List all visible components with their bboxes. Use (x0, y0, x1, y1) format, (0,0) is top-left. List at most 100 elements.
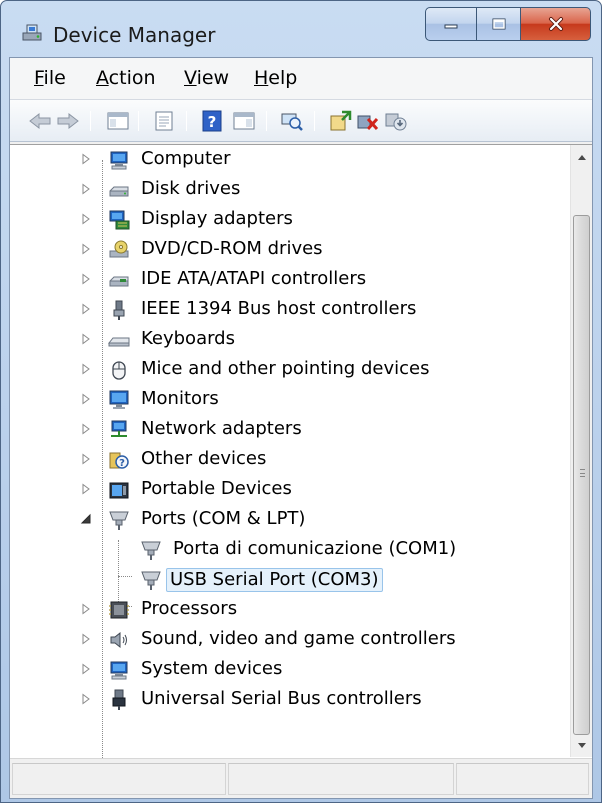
expand-arrow-icon[interactable] (80, 693, 92, 705)
minimize-icon (444, 24, 458, 29)
update-driver-icon[interactable] (328, 110, 352, 132)
tree-item-computer[interactable]: Computer (10, 145, 570, 175)
tree-item-mice[interactable]: Mice and other pointing devices (10, 355, 570, 385)
minimize-button[interactable] (425, 7, 477, 41)
tree-item-processors[interactable]: Processors (10, 595, 570, 625)
close-icon (548, 17, 563, 31)
firewire-icon (113, 300, 125, 320)
tree-item-sound[interactable]: Sound, video and game controllers (10, 625, 570, 655)
expand-arrow-icon[interactable] (80, 423, 92, 435)
title-bar[interactable]: Device Manager (1, 1, 601, 57)
tree-item-ide-controllers[interactable]: IDE ATA/ATAPI controllers (10, 265, 570, 295)
network-adapter-icon (111, 420, 127, 437)
tree-item-usb-controllers[interactable]: Universal Serial Bus controllers (10, 685, 570, 715)
status-pane (456, 763, 589, 795)
expand-arrow-icon[interactable] (80, 153, 92, 165)
tree-item-label: Ports (COM & LPT) (141, 508, 306, 529)
expand-arrow-icon[interactable] (80, 393, 92, 405)
expand-arrow-icon[interactable] (80, 663, 92, 675)
disable-device-icon[interactable] (384, 110, 408, 132)
dvd-drive-icon (109, 240, 129, 258)
port-icon (109, 511, 129, 530)
tree-item-com3[interactable]: USB Serial Port (COM3) (10, 565, 570, 595)
port-icon (141, 541, 161, 560)
disk-drive-icon (109, 186, 129, 197)
expand-arrow-icon[interactable] (80, 603, 92, 615)
expand-arrow-icon[interactable] (80, 213, 92, 225)
tree-item-dvd-drives[interactable]: DVD/CD-ROM drives (10, 235, 570, 265)
tree-item-keyboards[interactable]: Keyboards (10, 325, 570, 355)
vertical-scrollbar[interactable] (570, 145, 592, 757)
scan-hardware-icon[interactable] (280, 110, 304, 132)
portable-device-icon (109, 482, 129, 499)
tree-item-label: Porta di comunicazione (COM1) (173, 538, 457, 559)
toolbar-separator (138, 111, 139, 131)
scroll-thumb[interactable] (573, 215, 590, 735)
tree-item-label: USB Serial Port (COM3) (166, 568, 383, 592)
collapse-arrow-icon[interactable] (80, 513, 92, 525)
maximize-icon (492, 18, 505, 30)
monitor-icon (109, 390, 129, 409)
tree-item-label: Network adapters (141, 418, 302, 439)
tree-item-portable-devices[interactable]: Portable Devices (10, 475, 570, 505)
mouse-icon (112, 361, 126, 380)
toolbar-separator (186, 111, 187, 131)
expand-arrow-icon[interactable] (80, 633, 92, 645)
menu-view[interactable]: View (184, 67, 229, 89)
expand-arrow-icon[interactable] (80, 303, 92, 315)
tree-item-network-adapters[interactable]: Network adapters (10, 415, 570, 445)
close-button[interactable] (521, 7, 591, 41)
tree-item-ports[interactable]: Ports (COM & LPT) (10, 505, 570, 535)
properties-icon[interactable] (152, 110, 176, 132)
toolbar-separator (314, 111, 315, 131)
port-icon (141, 571, 161, 590)
status-pane (228, 763, 454, 795)
system-device-icon (110, 661, 128, 680)
expand-arrow-icon[interactable] (80, 453, 92, 465)
scroll-up-button[interactable] (571, 147, 592, 167)
tree-item-system-devices[interactable]: System devices (10, 655, 570, 685)
tree-item-ieee1394[interactable]: IEEE 1394 Bus host controllers (10, 295, 570, 325)
expand-arrow-icon[interactable] (80, 483, 92, 495)
menu-action[interactable]: Action (96, 67, 156, 89)
tree-item-label: Processors (141, 598, 238, 619)
tree-item-other-devices[interactable]: ? Other devices (10, 445, 570, 475)
svg-text:?: ? (119, 458, 125, 469)
tree-item-label: Mice and other pointing devices (141, 358, 430, 379)
sound-icon (110, 631, 127, 649)
tree-item-display-adapters[interactable]: Display adapters (10, 205, 570, 235)
chevron-down-icon (577, 742, 586, 748)
client-area: File Action View Help ? Computer Disk dr… (9, 57, 593, 799)
help-icon[interactable]: ? (200, 110, 224, 132)
toolbar-separator (266, 111, 267, 131)
scroll-down-button[interactable] (571, 735, 592, 755)
menu-help[interactable]: Help (254, 67, 297, 89)
scroll-grip (580, 469, 585, 477)
tree-item-com1[interactable]: Porta di comunicazione (COM1) (10, 535, 570, 565)
chevron-up-icon (577, 154, 586, 160)
expand-arrow-icon[interactable] (80, 183, 92, 195)
toolbar-separator (90, 111, 91, 131)
action-pane-icon[interactable] (232, 110, 256, 132)
tree-item-disk-drives[interactable]: Disk drives (10, 175, 570, 205)
window-title: Device Manager (53, 23, 216, 47)
tree-item-monitors[interactable]: Monitors (10, 385, 570, 415)
expand-arrow-icon[interactable] (80, 273, 92, 285)
maximize-button[interactable] (477, 7, 521, 41)
forward-arrow-icon[interactable] (56, 110, 80, 132)
show-hide-console-tree-icon[interactable] (106, 110, 130, 132)
status-pane (12, 763, 226, 795)
menu-bar: File Action View Help (10, 58, 592, 100)
expand-arrow-icon[interactable] (80, 363, 92, 375)
tree-item-label: Portable Devices (141, 478, 292, 499)
expand-arrow-icon[interactable] (80, 333, 92, 345)
uninstall-device-icon[interactable] (356, 110, 380, 132)
menu-file[interactable]: File (34, 67, 66, 89)
unknown-device-icon: ? (109, 452, 129, 469)
tree-item-label: Display adapters (141, 208, 293, 229)
tree-item-label: Sound, video and game controllers (141, 628, 456, 649)
expand-arrow-icon[interactable] (80, 243, 92, 255)
back-arrow-icon[interactable] (28, 110, 52, 132)
tree-item-label: System devices (141, 658, 283, 679)
device-tree[interactable]: Computer Disk drives Display adapters DV… (10, 144, 592, 770)
